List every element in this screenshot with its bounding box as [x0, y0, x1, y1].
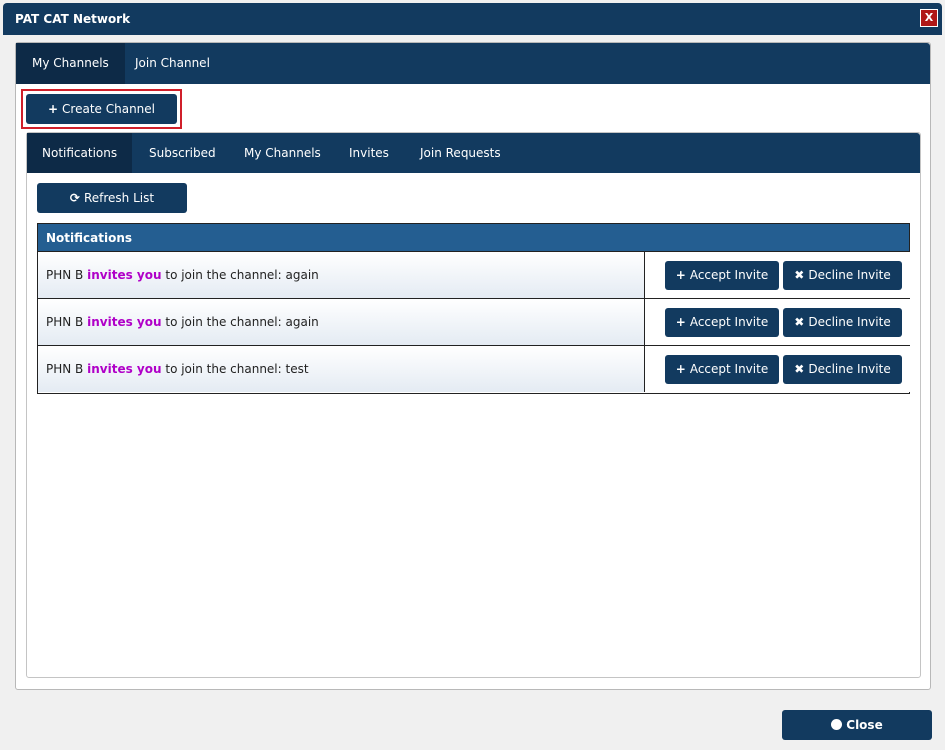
times-icon: ✖: [794, 315, 805, 329]
inner-tabbar: Notifications Subscribed My Channels Inv…: [27, 133, 920, 173]
decline-invite-label: Decline Invite: [808, 268, 891, 282]
close-label: Close: [846, 718, 883, 732]
invite-verb: invites you: [87, 315, 162, 329]
notification-message: PHN B invites you to join the channel: t…: [38, 346, 645, 392]
sender-name: PHN B: [46, 268, 84, 282]
invite-text: to join the channel:: [165, 315, 282, 329]
plus-icon: +: [47, 102, 59, 116]
times-icon: ✖: [794, 362, 805, 376]
accept-invite-label: Accept Invite: [689, 268, 769, 282]
decline-invite-button[interactable]: ✖ Decline Invite: [783, 308, 902, 337]
top-tabbar: My Channels Join Channel: [16, 43, 930, 84]
circle-icon: [831, 719, 843, 730]
invite-verb: invites you: [87, 268, 162, 282]
close-button[interactable]: Close: [782, 710, 932, 740]
refresh-list-button[interactable]: ⟳ Refresh List: [37, 183, 187, 213]
table-row: PHN B invites you to join the channel: t…: [38, 346, 910, 393]
row-actions: + Accept Invite ✖ Decline Invite: [646, 252, 910, 298]
plus-icon: +: [675, 268, 686, 282]
tab-notifications[interactable]: Notifications: [27, 133, 133, 173]
invite-text: to join the channel:: [165, 268, 282, 282]
window-title: PAT CAT Network: [15, 12, 131, 26]
channel-name: test: [285, 362, 309, 376]
channels-panel: Notifications Subscribed My Channels Inv…: [26, 132, 921, 678]
window-titlebar: PAT CAT Network X: [3, 3, 942, 35]
plus-icon: +: [675, 315, 686, 329]
row-actions: + Accept Invite ✖ Decline Invite: [646, 346, 910, 392]
window-close-button[interactable]: X: [920, 9, 938, 27]
accept-invite-button[interactable]: + Accept Invite: [665, 308, 779, 337]
accept-invite-button[interactable]: + Accept Invite: [665, 261, 779, 290]
notification-message: PHN B invites you to join the channel: a…: [38, 299, 645, 345]
tab-invites[interactable]: Invites: [334, 133, 404, 173]
decline-invite-button[interactable]: ✖ Decline Invite: [783, 261, 902, 290]
channel-name: again: [285, 315, 319, 329]
create-channel-button[interactable]: + Create Channel: [26, 94, 177, 124]
accept-invite-button[interactable]: + Accept Invite: [665, 355, 779, 384]
refresh-list-label: Refresh List: [83, 191, 155, 205]
notifications-table: Notifications PHN B invites you to join …: [37, 223, 910, 394]
invite-verb: invites you: [87, 362, 162, 376]
decline-invite-button[interactable]: ✖ Decline Invite: [783, 355, 902, 384]
accept-invite-label: Accept Invite: [689, 362, 769, 376]
tab-join-channel[interactable]: Join Channel: [119, 43, 226, 84]
sender-name: PHN B: [46, 315, 84, 329]
times-icon: ✖: [794, 268, 805, 282]
channel-name: again: [285, 268, 319, 282]
invite-text: to join the channel:: [165, 362, 282, 376]
create-channel-highlight: + Create Channel: [21, 89, 182, 129]
notifications-table-header: Notifications: [38, 224, 909, 252]
accept-invite-label: Accept Invite: [689, 315, 769, 329]
table-row: PHN B invites you to join the channel: a…: [38, 299, 910, 346]
table-row: PHN B invites you to join the channel: a…: [38, 252, 910, 299]
decline-invite-label: Decline Invite: [808, 315, 891, 329]
tab-subscribed[interactable]: Subscribed: [134, 133, 231, 173]
tab-my-channels-inner[interactable]: My Channels: [229, 133, 336, 173]
main-panel: My Channels Join Channel + Create Channel…: [15, 42, 931, 690]
refresh-icon: ⟳: [69, 191, 80, 205]
row-actions: + Accept Invite ✖ Decline Invite: [646, 299, 910, 345]
notification-message: PHN B invites you to join the channel: a…: [38, 252, 645, 298]
plus-icon: +: [675, 362, 686, 376]
decline-invite-label: Decline Invite: [808, 362, 891, 376]
tab-my-channels[interactable]: My Channels: [16, 43, 125, 84]
tab-join-requests[interactable]: Join Requests: [405, 133, 516, 173]
sender-name: PHN B: [46, 362, 84, 376]
create-channel-label: Create Channel: [62, 102, 155, 116]
